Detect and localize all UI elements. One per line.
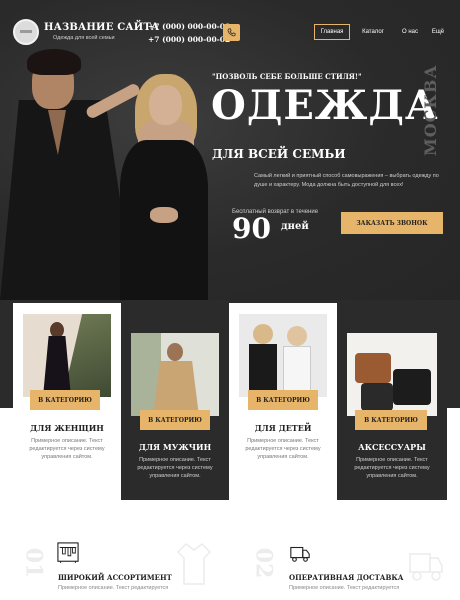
desc-line: редактируется через систему — [29, 446, 105, 452]
feature-title-1: ШИРОКИЙ АССОРТИМЕНТ — [58, 573, 172, 582]
clothing-ghost-icon — [176, 543, 212, 585]
nav-home[interactable]: Главная — [314, 24, 350, 40]
phone-2[interactable]: +7 (000) 000-00-02 — [148, 35, 230, 44]
category-card-accessories[interactable]: В КАТЕГОРИЮ АКСЕССУАРЫ Примерное описани… — [337, 303, 447, 500]
category-image-women[interactable] — [23, 314, 111, 397]
desc-line: управления сайтом. — [366, 473, 418, 479]
clothing-rack-icon — [57, 542, 79, 564]
desc-line: редактируется через систему — [354, 465, 430, 471]
category-desc-men: Примерное описание. Текст редактируется … — [121, 456, 229, 480]
category-button-men[interactable]: В КАТЕГОРИЮ — [140, 410, 210, 430]
order-call-button[interactable]: ЗАКАЗАТЬ ЗВОНОК — [341, 212, 443, 234]
hero-description: Самый легкий и приятный способ самовыраж… — [254, 173, 439, 188]
desc-line: управления сайтом. — [149, 473, 201, 479]
nav-about[interactable]: О нас — [398, 24, 422, 40]
return-days-number: 90 — [232, 212, 271, 245]
category-title-accessories[interactable]: АКСЕССУАРЫ — [337, 442, 447, 452]
category-title-kids[interactable]: ДЛЯ ДЕТЕЙ — [229, 423, 337, 433]
desc-line: Примерное описание. Текст — [247, 438, 319, 444]
category-desc-accessories: Примерное описание. Текст редактируется … — [337, 456, 447, 480]
phone-icon — [227, 28, 236, 37]
category-card-women[interactable]: В КАТЕГОРИЮ ДЛЯ ЖЕНЩИН Примерное описани… — [13, 303, 121, 500]
hero-subhead: ДЛЯ ВСЕЙ СЕМЬИ — [212, 147, 346, 161]
desc-line: управления сайтом. — [41, 454, 93, 460]
desc-line: Примерное описание. Текст — [139, 457, 211, 463]
category-button-women[interactable]: В КАТЕГОРИЮ — [30, 390, 100, 410]
feature-number-1: 01 — [20, 547, 47, 579]
category-image-men[interactable] — [131, 333, 219, 416]
category-desc-women: Примерное описание. Текст редактируется … — [13, 437, 121, 461]
category-title-women[interactable]: ДЛЯ ЖЕНЩИН — [13, 423, 121, 433]
desc-line: редактируется через систему — [137, 465, 213, 471]
feature-title-2: ОПЕРАТИВНАЯ ДОСТАВКА — [289, 573, 404, 582]
nav-catalog[interactable]: Каталог — [358, 24, 388, 40]
desc-line: управления сайтом. — [257, 454, 309, 460]
phone-1[interactable]: +7 (000) 000-00-00 — [148, 22, 230, 31]
site-logo[interactable] — [13, 19, 39, 45]
category-image-kids[interactable] — [239, 314, 327, 397]
desc-line: редактируется через систему — [245, 446, 321, 452]
hero-section: НАЗВАНИЕ САЙТА Одежда для всей семьи +7 … — [0, 0, 460, 300]
phone-call-button[interactable] — [223, 24, 240, 41]
return-days-unit: дней — [281, 221, 309, 232]
delivery-truck-icon — [290, 546, 310, 562]
desc-line: Примерное описание. Текст редактируется — [58, 585, 169, 591]
category-card-men[interactable]: В КАТЕГОРИЮ ДЛЯ МУЖЧИН Примерное описани… — [121, 303, 229, 500]
nav-more[interactable]: Ещё — [427, 24, 449, 40]
truck-ghost-icon — [409, 553, 443, 581]
woman-waist — [150, 207, 178, 223]
desc-line: Примерное описание. Текст редактируется — [289, 585, 400, 591]
desc-line: Примерное описание. Текст — [31, 438, 103, 444]
hero-slogan: "ПОЗВОЛЬ СЕБЕ БОЛЬШЕ СТИЛЯ!" — [212, 72, 362, 81]
site-name[interactable]: НАЗВАНИЕ САЙТА — [44, 22, 159, 33]
category-title-men[interactable]: ДЛЯ МУЖЧИН — [121, 442, 229, 452]
desc-line: Примерное описание. Текст — [356, 457, 428, 463]
site-tagline: Одежда для всей семьи — [53, 35, 115, 41]
category-card-kids[interactable]: В КАТЕГОРИЮ ДЛЯ ДЕТЕЙ Примерное описание… — [229, 303, 337, 500]
city-label: МОСКВА — [421, 64, 440, 157]
man-hair — [27, 49, 81, 75]
feature-desc-2: Примерное описание. Текст редактируется — [289, 585, 399, 591]
woman-face — [149, 85, 182, 125]
category-button-kids[interactable]: В КАТЕГОРИЮ — [248, 390, 318, 410]
category-image-accessories[interactable] — [347, 333, 437, 416]
hero-headline: ОДЕЖДА — [211, 82, 439, 129]
feature-number-2: 02 — [250, 547, 277, 579]
feature-desc-1: Примерное описание. Текст редактируется — [58, 585, 168, 591]
category-button-accessories[interactable]: В КАТЕГОРИЮ — [355, 410, 427, 430]
category-desc-kids: Примерное описание. Текст редактируется … — [229, 437, 337, 461]
